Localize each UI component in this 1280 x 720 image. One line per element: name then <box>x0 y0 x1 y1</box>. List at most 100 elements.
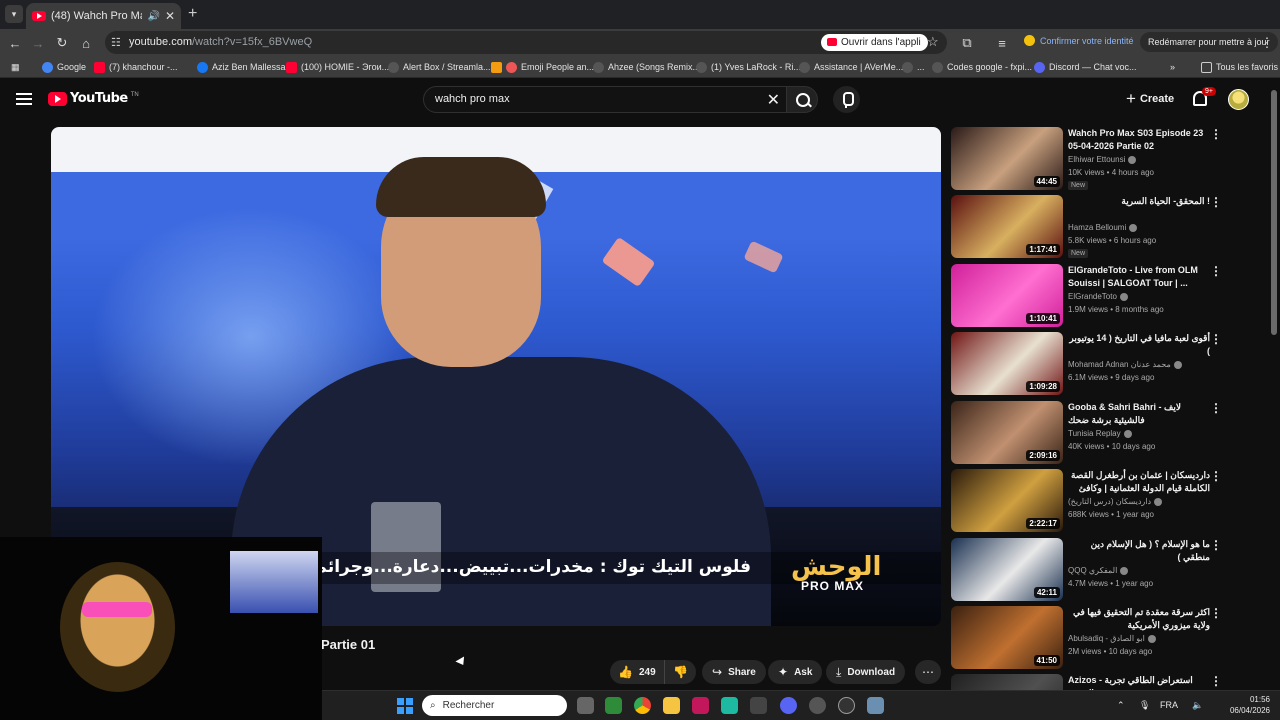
tray-overflow-icon[interactable]: ⌃ <box>1117 700 1125 711</box>
tab-youtube[interactable]: (48) Wahch Pro Max S03 Ep 🔊 ✕ <box>26 3 181 29</box>
bookmark-aziz[interactable]: Aziz Ben Mallessa <box>197 60 286 74</box>
bookmark-star-icon[interactable]: ☆ <box>927 34 939 50</box>
recommendation-title[interactable]: أقوى لعبة مافيا في التاريخ ( 14 يوتيوبر … <box>1068 332 1210 358</box>
new-tab-button[interactable]: + <box>188 5 197 23</box>
recommendation-item[interactable]: 2:09:16 Gooba & Sahri Bahri - لايف فالشيئ… <box>951 401 1222 464</box>
open-in-app-button[interactable]: Ouvrir dans l'appli <box>821 34 928 51</box>
clear-search-icon[interactable]: ✕ <box>767 90 780 110</box>
windows-start-icon[interactable] <box>397 698 413 714</box>
recommendation-thumbnail[interactable]: 42:11 <box>951 538 1063 601</box>
home-icon[interactable]: ⌂ <box>77 34 95 52</box>
recommendation-thumbnail[interactable]: 1:17:41 <box>951 195 1063 258</box>
more-options-icon[interactable]: ⋮ <box>1210 401 1222 415</box>
microphone-icon[interactable]: 🎙 <box>1139 700 1150 711</box>
recommendation-thumbnail[interactable]: 2:09:16 <box>951 401 1063 464</box>
restart-update-button[interactable]: Redémarrer pour mettre à jour <box>1140 32 1278 52</box>
confirm-identity-link[interactable]: Confirmer votre identité <box>1024 35 1134 46</box>
recommendation-channel[interactable]: ElGrandeToto <box>1068 292 1128 301</box>
more-options-icon[interactable]: ⋮ <box>1210 264 1222 278</box>
bookmark-google[interactable]: Google <box>42 60 86 74</box>
language-indicator[interactable]: FRA <box>1160 700 1178 710</box>
taskbar-search[interactable]: ⌕ Rechercher <box>422 695 567 716</box>
speaker-icon[interactable]: 🔈 <box>1192 700 1203 711</box>
more-options-icon[interactable]: ⋮ <box>1210 538 1222 552</box>
app-icon[interactable] <box>605 697 622 714</box>
account-avatar[interactable] <box>1228 89 1249 110</box>
ask-button[interactable]: ✦ Ask <box>768 660 823 684</box>
recommendation-title[interactable]: Gooba & Sahri Bahri - لايف فالشيئية برشة… <box>1068 401 1210 427</box>
recommendation-thumbnail[interactable]: 1:10:41 <box>951 264 1063 327</box>
recommendation-item[interactable]: 1:17:41 ! المحقق- الحياة السرية Hamza Bell… <box>951 195 1222 258</box>
recommendation-thumbnail[interactable]: 2:22:17 <box>951 469 1063 532</box>
recommendation-channel[interactable]: Abulsadiq - ابو الصادق <box>1068 634 1156 643</box>
reload-icon[interactable]: ↻ <box>53 34 71 52</box>
more-options-icon[interactable]: ⋮ <box>1210 606 1222 620</box>
media-control-icon[interactable]: ≡ <box>993 34 1011 52</box>
recommendation-item[interactable]: 2:22:17 دارديسكان | عثمان بن أرطغرل القصة… <box>951 469 1222 532</box>
system-clock[interactable]: 01:56 06/04/2026 <box>1220 694 1270 716</box>
bookmark-ahzee[interactable]: Ahzee (Songs Remix... <box>593 60 700 74</box>
bookmark-discord[interactable]: Discord — Chat voc... <box>1034 60 1137 74</box>
forward-icon[interactable]: → <box>29 34 47 52</box>
create-button[interactable]: + Create <box>1120 88 1180 110</box>
recommendation-thumbnail[interactable]: 41:50 <box>951 606 1063 669</box>
recommendation-thumbnail[interactable]: 44:45 <box>951 127 1063 190</box>
back-icon[interactable]: ← <box>6 34 24 52</box>
app-icon[interactable] <box>750 697 767 714</box>
media-player-icon[interactable] <box>838 697 855 714</box>
recommendation-item[interactable]: 1:09:28 أقوى لعبة مافيا في التاريخ ( 14 ي… <box>951 332 1222 395</box>
discord-icon[interactable] <box>780 697 797 714</box>
more-options-icon[interactable]: ⋮ <box>1210 195 1222 209</box>
recommendation-channel[interactable]: QQQ المفكري <box>1068 566 1129 575</box>
recommendation-title[interactable]: Wahch Pro Max S03 Episode 23 05-04-2026 … <box>1068 127 1210 153</box>
recommendation-channel[interactable]: Tunisia Replay <box>1068 429 1132 438</box>
recommendation-channel[interactable]: Hamza Belloumi <box>1068 223 1138 232</box>
bookmarks-overflow-icon[interactable]: » <box>1170 60 1175 74</box>
bookmark-yves[interactable]: (1) Yves LaRock - Ri... <box>696 60 801 74</box>
youtube-logo[interactable]: YouTube TN <box>48 91 139 106</box>
app-icon[interactable] <box>721 697 738 714</box>
site-info-icon[interactable]: ☷ <box>111 36 121 49</box>
bookmark-avermedia[interactable]: Assistance | AVerMe... <box>799 60 903 74</box>
file-explorer-icon[interactable] <box>663 697 680 714</box>
share-button[interactable]: ↪ Share <box>702 660 766 684</box>
recommendation-channel[interactable]: Elhiwar Ettounsi <box>1068 155 1137 164</box>
recommendation-title[interactable]: اكثر سرقة معقدة تم التحقيق فيها في ولاية… <box>1068 606 1210 632</box>
url-text[interactable]: youtube.com/watch?v=15fx_6BVweQ <box>129 36 312 48</box>
recommendation-item[interactable]: 1:10:41 ElGrandeToto - Live from OLM Soui… <box>951 264 1222 327</box>
recommendation-title[interactable]: دارديسكان | عثمان بن أرطغرل القصة الكامل… <box>1068 469 1210 495</box>
close-tab-icon[interactable]: ✕ <box>165 9 175 23</box>
like-button[interactable]: 👍 249 <box>610 660 664 684</box>
settings-icon[interactable] <box>867 697 884 714</box>
bookmark-codes[interactable]: Codes google - fxpi... <box>932 60 1032 74</box>
acrobat-icon[interactable] <box>692 697 709 714</box>
extensions-icon[interactable]: ⧉ <box>958 34 976 52</box>
download-button[interactable]: ⤓ Download <box>826 660 906 684</box>
speaker-icon[interactable]: 🔊 <box>147 11 159 22</box>
more-options-icon[interactable]: ⋮ <box>1210 332 1222 346</box>
recommendation-thumbnail[interactable]: 1:09:28 <box>951 332 1063 395</box>
more-options-icon[interactable]: ⋮ <box>1210 469 1222 483</box>
bookmark-emoji[interactable]: Emoji People an... <box>491 60 594 74</box>
recommendation-title[interactable]: ElGrandeToto - Live from OLM Souissi | S… <box>1068 264 1210 290</box>
more-options-icon[interactable]: ⋮ <box>1210 127 1222 141</box>
search-input[interactable]: wahch pro max ✕ <box>423 86 787 113</box>
apps-grid-icon[interactable]: ▦ <box>11 60 20 74</box>
task-view-icon[interactable] <box>577 697 594 714</box>
recommendation-item[interactable]: 41:50 اكثر سرقة معقدة تم التحقيق فيها في … <box>951 606 1222 669</box>
bookmark-khanchour[interactable]: (7) khanchour -... <box>94 60 178 74</box>
search-button[interactable] <box>786 86 818 113</box>
recommendation-item[interactable]: 42:11 ما هو الإسلام ؟ ( هل الإسلام دين من… <box>951 538 1222 601</box>
browser-menu-icon[interactable]: ⋮ <box>1258 34 1276 52</box>
tab-search-button[interactable]: ▾ <box>5 5 23 23</box>
bookmark-homie[interactable]: (100) HOMIE - Эгои... <box>286 60 389 74</box>
voice-search-icon[interactable] <box>833 86 860 113</box>
more-options-icon[interactable]: ⋮ <box>1210 674 1222 688</box>
recommendation-title[interactable]: ! المحقق- الحياة السرية <box>1068 195 1210 208</box>
recommendation-title[interactable]: ما هو الإسلام ؟ ( هل الإسلام دين منطقي ) <box>1068 538 1210 564</box>
chrome-icon[interactable] <box>634 697 651 714</box>
menu-icon[interactable] <box>16 93 32 105</box>
page-scrollbar[interactable] <box>1271 90 1277 335</box>
recommendation-channel[interactable]: دارديسكان (درس التاريخ) <box>1068 497 1163 506</box>
bookmark-streamlabs[interactable]: Alert Box / Streamla... <box>388 60 491 74</box>
